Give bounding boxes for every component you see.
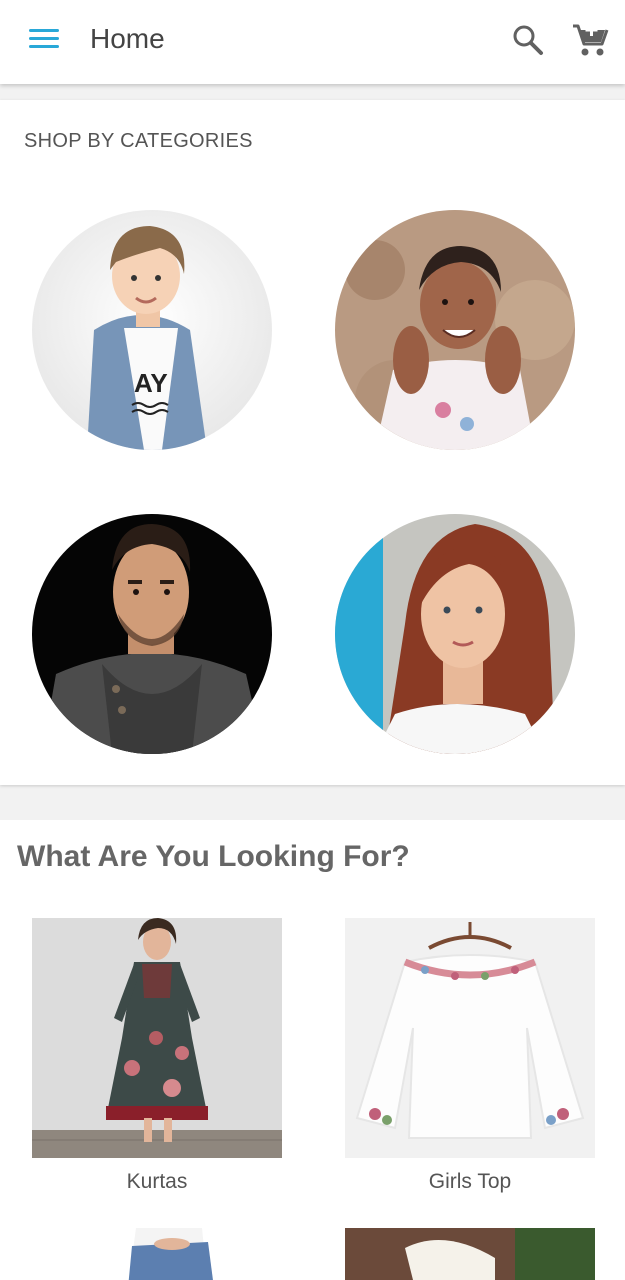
menu-line bbox=[29, 45, 59, 48]
category-women[interactable] bbox=[335, 514, 575, 754]
category-girls[interactable] bbox=[335, 210, 575, 450]
category-men[interactable] bbox=[32, 514, 272, 754]
product-kurtas[interactable]: Kurtas bbox=[32, 918, 282, 1194]
product-label: Girls Top bbox=[428, 1170, 512, 1193]
menu-line bbox=[29, 37, 59, 40]
categories-section-title: SHOP BY CATEGORIES bbox=[24, 130, 253, 152]
category-boys[interactable]: AY bbox=[32, 210, 272, 450]
looking-section-title: What Are You Looking For? bbox=[17, 840, 410, 873]
product-shoes-partial[interactable] bbox=[345, 1228, 595, 1280]
add-shopping-cart-icon[interactable] bbox=[568, 18, 612, 62]
kurta-image bbox=[32, 918, 282, 1158]
product-label: Kurtas bbox=[126, 1170, 188, 1193]
menu-line bbox=[29, 29, 59, 32]
page-title: Home bbox=[90, 23, 165, 54]
search-icon[interactable] bbox=[508, 20, 548, 60]
girls-top-image bbox=[345, 918, 595, 1158]
product-jeans-partial[interactable] bbox=[32, 1228, 282, 1280]
app-bar: Home bbox=[0, 0, 625, 84]
svg-text:AY: AY bbox=[134, 368, 168, 398]
looking-for-card: What Are You Looking For? Kurtas Girls T… bbox=[0, 820, 625, 1280]
categories-card: SHOP BY CATEGORIES AY bbox=[0, 100, 625, 785]
hamburger-menu-icon[interactable] bbox=[22, 22, 66, 58]
product-girls-top[interactable]: Girls Top bbox=[345, 918, 595, 1194]
